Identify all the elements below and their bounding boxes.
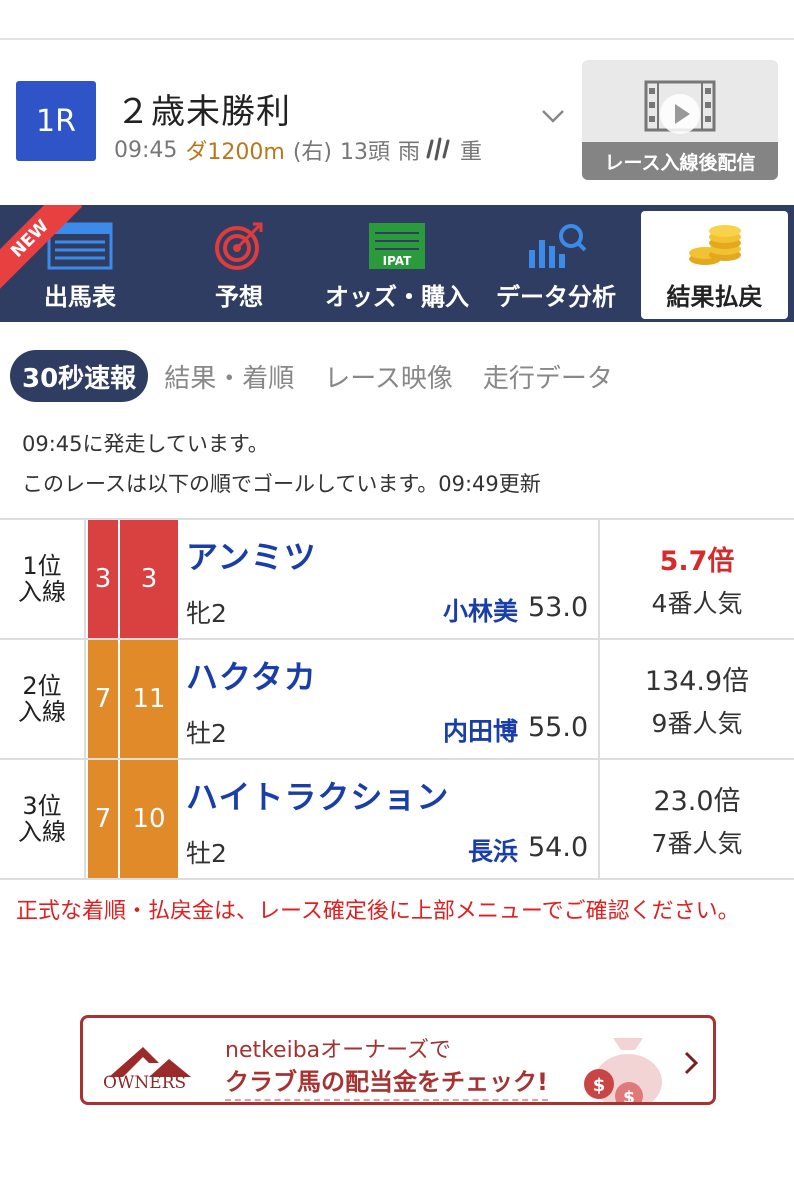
owners-logo-text: OWNERS <box>103 1073 187 1093</box>
race-start-time: 09:45 <box>114 137 178 163</box>
race-menu-bar: NEW 出馬表 予想 IPAT オッズ・購入 データ分析 結果払戻 <box>0 205 794 322</box>
chevron-down-icon[interactable] <box>538 104 568 128</box>
race-weather: 雨 <box>398 140 421 165</box>
money-bag-icon: $ $ <box>584 1038 662 1105</box>
result-row[interactable]: 3位 入線 7 10 ハイトラクション 牡2 長浜 54.0 23.0倍 7番人気 <box>0 760 794 880</box>
horse-number: 11 <box>120 640 178 758</box>
horse-number: 3 <box>120 520 178 638</box>
nav-results-payout[interactable]: 結果払戻 <box>641 211 788 319</box>
result-tabs: 30秒速報 結果・着順 レース映像 走行データ <box>10 350 643 402</box>
video-caption: レース入線後配信 <box>582 142 778 180</box>
svg-text:$: $ <box>623 1088 635 1105</box>
finish-rank: 1位 入線 <box>0 520 86 638</box>
odds-cell: 134.9倍 9番人気 <box>598 640 794 758</box>
horse-sex-age: 牝2 <box>186 599 227 628</box>
race-info: 09:45 ダ1200m (右) 13頭 雨 重 <box>114 134 482 166</box>
race-video-thumbnail[interactable]: レース入線後配信 <box>582 60 778 180</box>
nav-prediction-label: 予想 <box>215 283 263 311</box>
popularity: 9番人気 <box>651 708 743 738</box>
tab-result-order[interactable]: 結果・着順 <box>164 358 294 395</box>
race-direction: (右) <box>292 140 332 165</box>
data-chart-icon <box>521 219 591 273</box>
results-table: 1位 入線 3 3 アンミツ 牝2 小林美 53.0 5.7倍 4番人気 2位 入線… <box>0 518 794 880</box>
chevron-right-icon[interactable] <box>679 1048 703 1078</box>
result-row[interactable]: 2位 入線 7 11 ハクタカ 牡2 内田博 55.0 134.9倍 9番人気 <box>0 640 794 760</box>
win-odds: 23.0倍 <box>653 785 741 817</box>
nav-data-analysis-label: データ分析 <box>496 283 616 311</box>
race-header: 1R ２歳未勝利 09:45 ダ1200m (右) 13頭 雨 重 レース入線後… <box>0 60 794 200</box>
track-condition: 重 <box>460 140 483 165</box>
jockey-name[interactable]: 長浜 <box>468 832 518 868</box>
goal-order-text: このレースは以下の順でゴールしています。09:49更新 <box>22 472 541 496</box>
target-icon <box>204 219 274 273</box>
jockey-name[interactable]: 小林美 <box>443 592 518 628</box>
bracket-number: 7 <box>88 760 118 878</box>
horse-name[interactable]: ハイトラクション <box>186 772 449 818</box>
finish-rank: 3位 入線 <box>0 760 86 878</box>
nav-data-analysis[interactable]: データ分析 <box>476 205 636 322</box>
race-number-badge: 1R <box>16 81 96 161</box>
result-row[interactable]: 1位 入線 3 3 アンミツ 牝2 小林美 53.0 5.7倍 4番人気 <box>0 520 794 640</box>
nav-odds-purchase[interactable]: IPAT オッズ・購入 <box>318 205 476 322</box>
tab-race-video[interactable]: レース映像 <box>324 358 453 395</box>
confirmation-notice: 正式な着順・払戻金は、レース確定後に上部メニューでご確認ください。 <box>16 899 740 924</box>
jockey-name[interactable]: 内田博 <box>443 712 518 748</box>
top-divider <box>0 38 794 40</box>
win-odds: 134.9倍 <box>644 665 750 697</box>
nav-odds-purchase-label: オッズ・購入 <box>325 283 469 311</box>
carried-weight: 54.0 <box>528 832 589 863</box>
svg-text:$: $ <box>593 1075 606 1096</box>
rain-icon <box>426 137 450 161</box>
nav-prediction[interactable]: 予想 <box>160 205 318 322</box>
nav-results-payout-label: 結果払戻 <box>666 283 763 311</box>
new-ribbon: NEW <box>0 205 90 295</box>
start-status-text: 09:45に発走しています。 <box>22 432 269 456</box>
win-odds: 5.7倍 <box>659 545 735 577</box>
race-heads: 13頭 <box>340 140 390 165</box>
horse-name[interactable]: アンミツ <box>186 532 317 578</box>
odds-cell: 5.7倍 4番人気 <box>598 520 794 638</box>
banner-line1: netkeibaオーナーズで <box>225 1038 452 1063</box>
horse-sex-age: 牡2 <box>186 719 227 748</box>
ipat-icon: IPAT <box>362 219 432 273</box>
bracket-number: 7 <box>88 640 118 758</box>
tab-30sec-report[interactable]: 30秒速報 <box>10 350 149 402</box>
tab-running-data[interactable]: 走行データ <box>483 358 613 395</box>
play-icon[interactable] <box>658 92 702 136</box>
popularity: 7番人気 <box>651 828 743 858</box>
popularity: 4番人気 <box>651 588 743 618</box>
horse-number: 10 <box>120 760 178 878</box>
nav-entry-table[interactable]: NEW 出馬表 <box>0 205 160 322</box>
horse-sex-age: 牡2 <box>186 839 227 868</box>
banner-line2: クラブ馬の配当金をチェック! <box>225 1062 548 1101</box>
coins-icon <box>680 219 750 273</box>
horse-name[interactable]: ハクタカ <box>186 652 317 698</box>
carried-weight: 55.0 <box>528 712 589 743</box>
bracket-number: 3 <box>88 520 118 638</box>
finish-rank: 2位 入線 <box>0 640 86 758</box>
race-track: ダ1200m <box>185 140 285 165</box>
svg-text:IPAT: IPAT <box>383 254 413 268</box>
owners-banner[interactable]: OWNERS netkeibaオーナーズで クラブ馬の配当金をチェック! $ $ <box>80 1015 716 1105</box>
race-name: ２歳未勝利 <box>116 92 291 132</box>
odds-cell: 23.0倍 7番人気 <box>598 760 794 878</box>
carried-weight: 53.0 <box>528 592 589 623</box>
